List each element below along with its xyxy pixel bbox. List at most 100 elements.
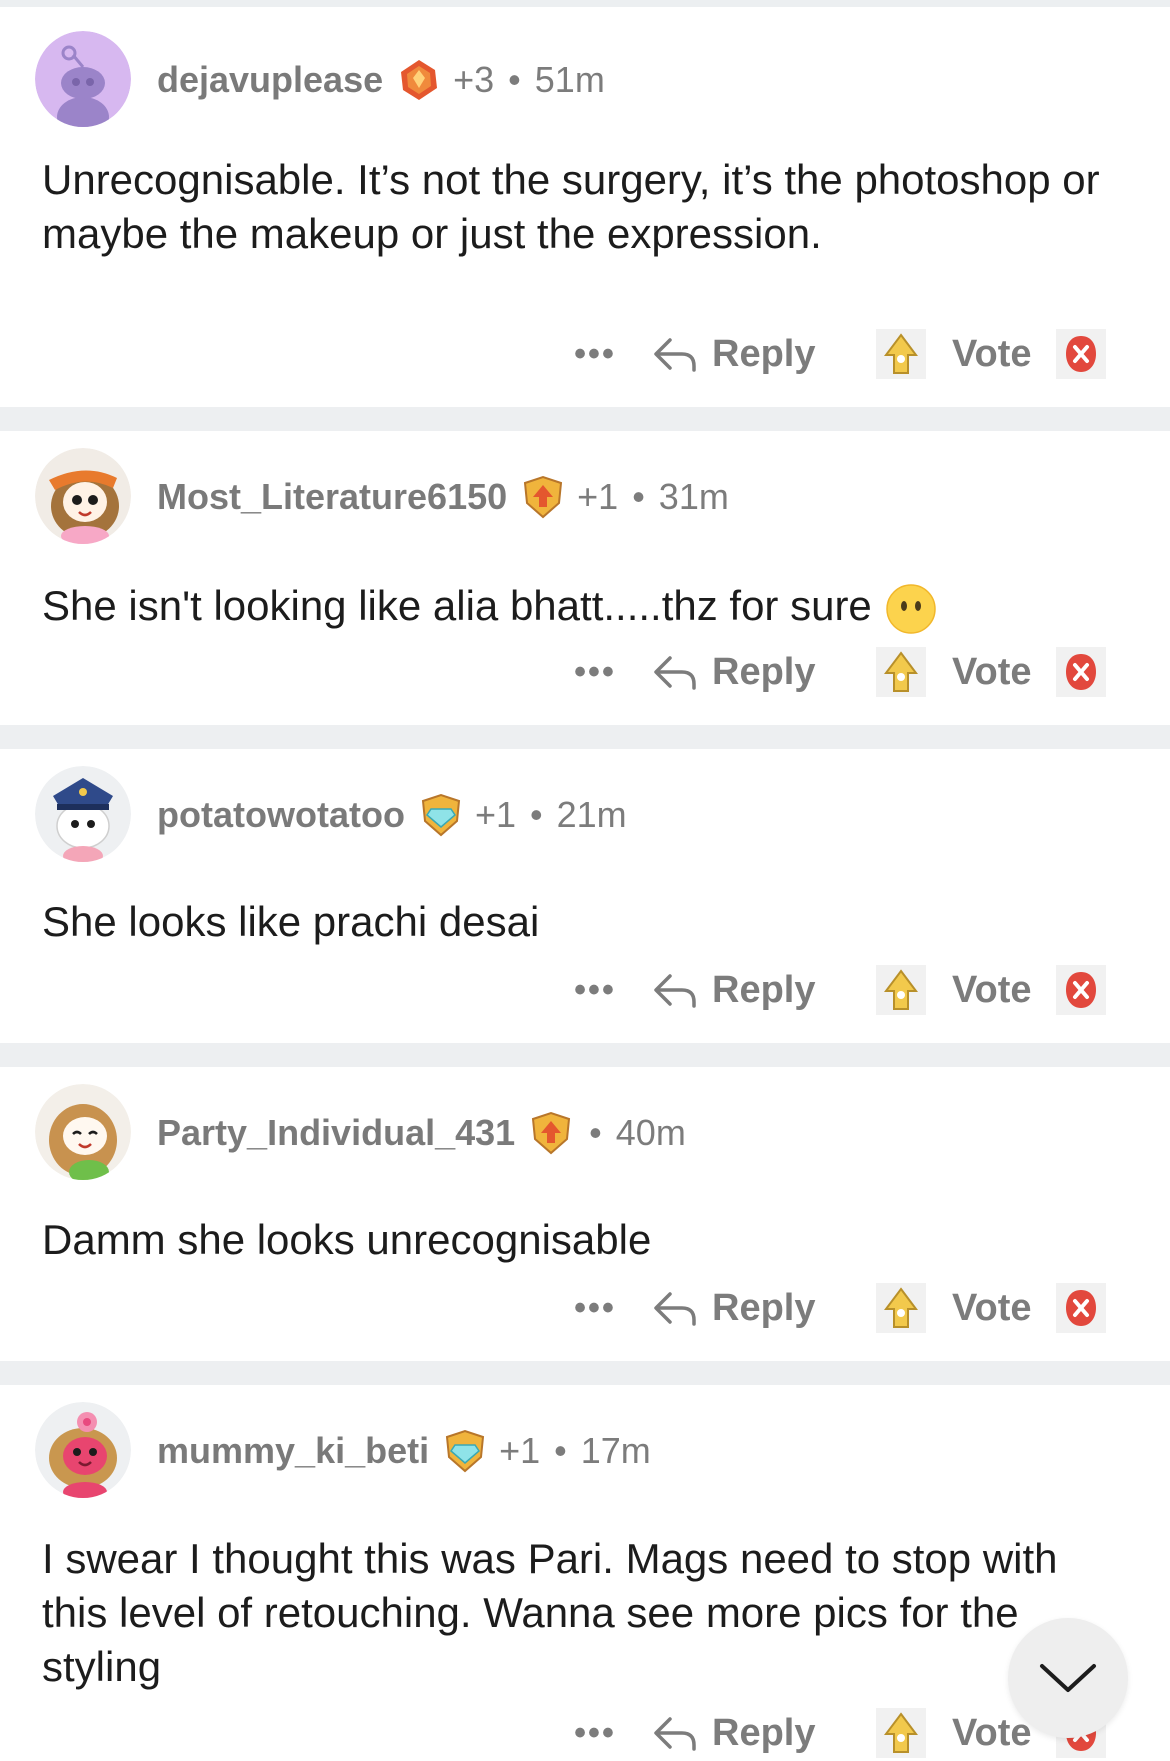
upvote-shield-award-icon xyxy=(521,475,565,519)
username[interactable]: dejavuplease xyxy=(157,59,383,101)
comment-3: potatowotatoo +1 • 21m She looks like pr… xyxy=(0,749,1170,1043)
more-options-button[interactable]: ••• xyxy=(560,653,630,692)
comment-meta: dejavuplease +3 • 51m xyxy=(157,58,605,102)
avatar[interactable] xyxy=(35,448,131,544)
timestamp: 31m xyxy=(658,476,729,517)
comment-text: Damm she looks unrecognisable xyxy=(42,1216,652,1263)
comment-actions: ••• Reply Vote xyxy=(560,962,1106,1018)
comment-text: She looks like prachi desai xyxy=(42,898,540,945)
username[interactable]: potatowotatoo xyxy=(157,794,405,836)
reply-arrow-icon xyxy=(654,1292,696,1326)
upvote-award-icon xyxy=(884,1287,918,1328)
comment-divider xyxy=(0,407,1170,431)
comment-divider xyxy=(0,1043,1170,1067)
reply-button[interactable]: Reply xyxy=(652,651,852,694)
comment-meta: mummy_ki_beti +1 • 17m xyxy=(157,1429,651,1473)
reply-label: Reply xyxy=(712,332,816,375)
timestamp: 40m xyxy=(615,1112,686,1153)
upvote-button[interactable] xyxy=(876,1283,926,1333)
downvote-button[interactable] xyxy=(1055,647,1106,697)
avatar[interactable] xyxy=(35,766,131,862)
score: +1 xyxy=(499,1430,541,1471)
upvote-button[interactable] xyxy=(876,965,926,1015)
upvote-shield-award-icon xyxy=(529,1111,573,1155)
snoo-avatar-purple-icon xyxy=(35,31,131,127)
snoo-avatar-captain-icon xyxy=(35,766,131,862)
comment-divider xyxy=(0,1361,1170,1385)
reply-button[interactable]: Reply xyxy=(652,1712,852,1755)
top-divider xyxy=(0,0,1170,7)
separator-dot: • xyxy=(554,1430,567,1471)
comment-actions: ••• Reply Vote xyxy=(560,1280,1106,1336)
downvote-icon xyxy=(1065,972,1096,1008)
vote-label: Vote xyxy=(952,1711,1032,1754)
avatar[interactable] xyxy=(35,1084,131,1180)
more-options-button[interactable]: ••• xyxy=(560,1714,630,1753)
reply-label: Reply xyxy=(712,968,816,1011)
upvote-award-icon xyxy=(884,969,918,1010)
upvote-button[interactable] xyxy=(876,1708,926,1758)
timestamp: 51m xyxy=(534,59,605,100)
comment-1: dejavuplease +3 • 51m Unrecognisable. It… xyxy=(0,7,1170,407)
comment-actions: ••• Reply Vote xyxy=(560,644,1106,700)
separator-dot: • xyxy=(632,476,645,517)
downvote-icon xyxy=(1065,654,1096,690)
username[interactable]: mummy_ki_beti xyxy=(157,1430,429,1472)
username[interactable]: Most_Literature6150 xyxy=(157,476,507,518)
downvote-icon xyxy=(1065,336,1096,372)
reply-button[interactable]: Reply xyxy=(652,1287,852,1330)
reply-label: Reply xyxy=(712,650,816,693)
snoo-avatar-pink-flower-icon xyxy=(35,1402,131,1498)
comment-2: Most_Literature6150 +1 • 31m She isn't l… xyxy=(0,431,1170,725)
reply-label: Reply xyxy=(712,1286,816,1329)
avatar[interactable] xyxy=(35,1402,131,1498)
separator-dot: • xyxy=(530,794,543,835)
comment-text-row: She isn't looking like alia bhatt.....th… xyxy=(42,579,1102,634)
snoo-avatar-bandana-icon xyxy=(35,448,131,544)
vote-label: Vote xyxy=(952,968,1032,1011)
downvote-icon xyxy=(1065,1290,1096,1326)
comment-actions: ••• Reply Vote xyxy=(560,326,1106,382)
more-options-button[interactable]: ••• xyxy=(560,971,630,1010)
upvote-button[interactable] xyxy=(876,647,926,697)
downvote-button[interactable] xyxy=(1055,965,1106,1015)
comment-meta: Party_Individual_431 • 40m xyxy=(157,1111,686,1155)
more-options-button[interactable]: ••• xyxy=(560,1289,630,1328)
reply-button[interactable]: Reply xyxy=(652,333,852,376)
upvote-award-icon xyxy=(884,333,918,374)
separator-dot: • xyxy=(589,1112,602,1153)
comment-5: mummy_ki_beti +1 • 17m I swear I thought… xyxy=(0,1385,1170,1758)
downvote-button[interactable] xyxy=(1055,1283,1106,1333)
reply-label: Reply xyxy=(712,1711,816,1754)
gem-award-icon xyxy=(397,58,441,102)
scroll-down-button[interactable] xyxy=(1008,1618,1128,1738)
vote-label: Vote xyxy=(952,650,1032,693)
diamond-shield-award-icon xyxy=(419,793,463,837)
upvote-award-icon xyxy=(884,1712,918,1753)
reply-arrow-icon xyxy=(654,1717,696,1751)
upvote-button[interactable] xyxy=(876,329,926,379)
downvote-button[interactable] xyxy=(1055,329,1106,379)
vote-label: Vote xyxy=(952,1286,1032,1329)
timestamp: 21m xyxy=(556,794,627,835)
comment-text: She isn't looking like alia bhatt.....th… xyxy=(42,582,872,629)
score: +1 xyxy=(474,794,516,835)
reply-arrow-icon xyxy=(654,656,696,690)
username[interactable]: Party_Individual_431 xyxy=(157,1112,515,1154)
reply-button[interactable]: Reply xyxy=(652,969,852,1012)
upvote-award-icon xyxy=(884,651,918,692)
score: +3 xyxy=(453,59,495,100)
avatar[interactable] xyxy=(35,31,131,127)
score: +1 xyxy=(577,476,619,517)
comment-divider xyxy=(0,725,1170,749)
face-without-mouth-emoji-icon xyxy=(886,584,936,634)
timestamp: 17m xyxy=(580,1430,651,1471)
comment-4: Party_Individual_431 • 40m Damm she look… xyxy=(0,1067,1170,1361)
more-options-button[interactable]: ••• xyxy=(560,335,630,374)
separator-dot: • xyxy=(508,59,521,100)
comment-text: Unrecognisable. It’s not the surgery, it… xyxy=(42,156,1100,257)
reply-arrow-icon xyxy=(654,338,696,372)
diamond-shield-award-icon xyxy=(443,1429,487,1473)
comment-meta: potatowotatoo +1 • 21m xyxy=(157,793,627,837)
comment-text: I swear I thought this was Pari. Mags ne… xyxy=(42,1535,1058,1690)
